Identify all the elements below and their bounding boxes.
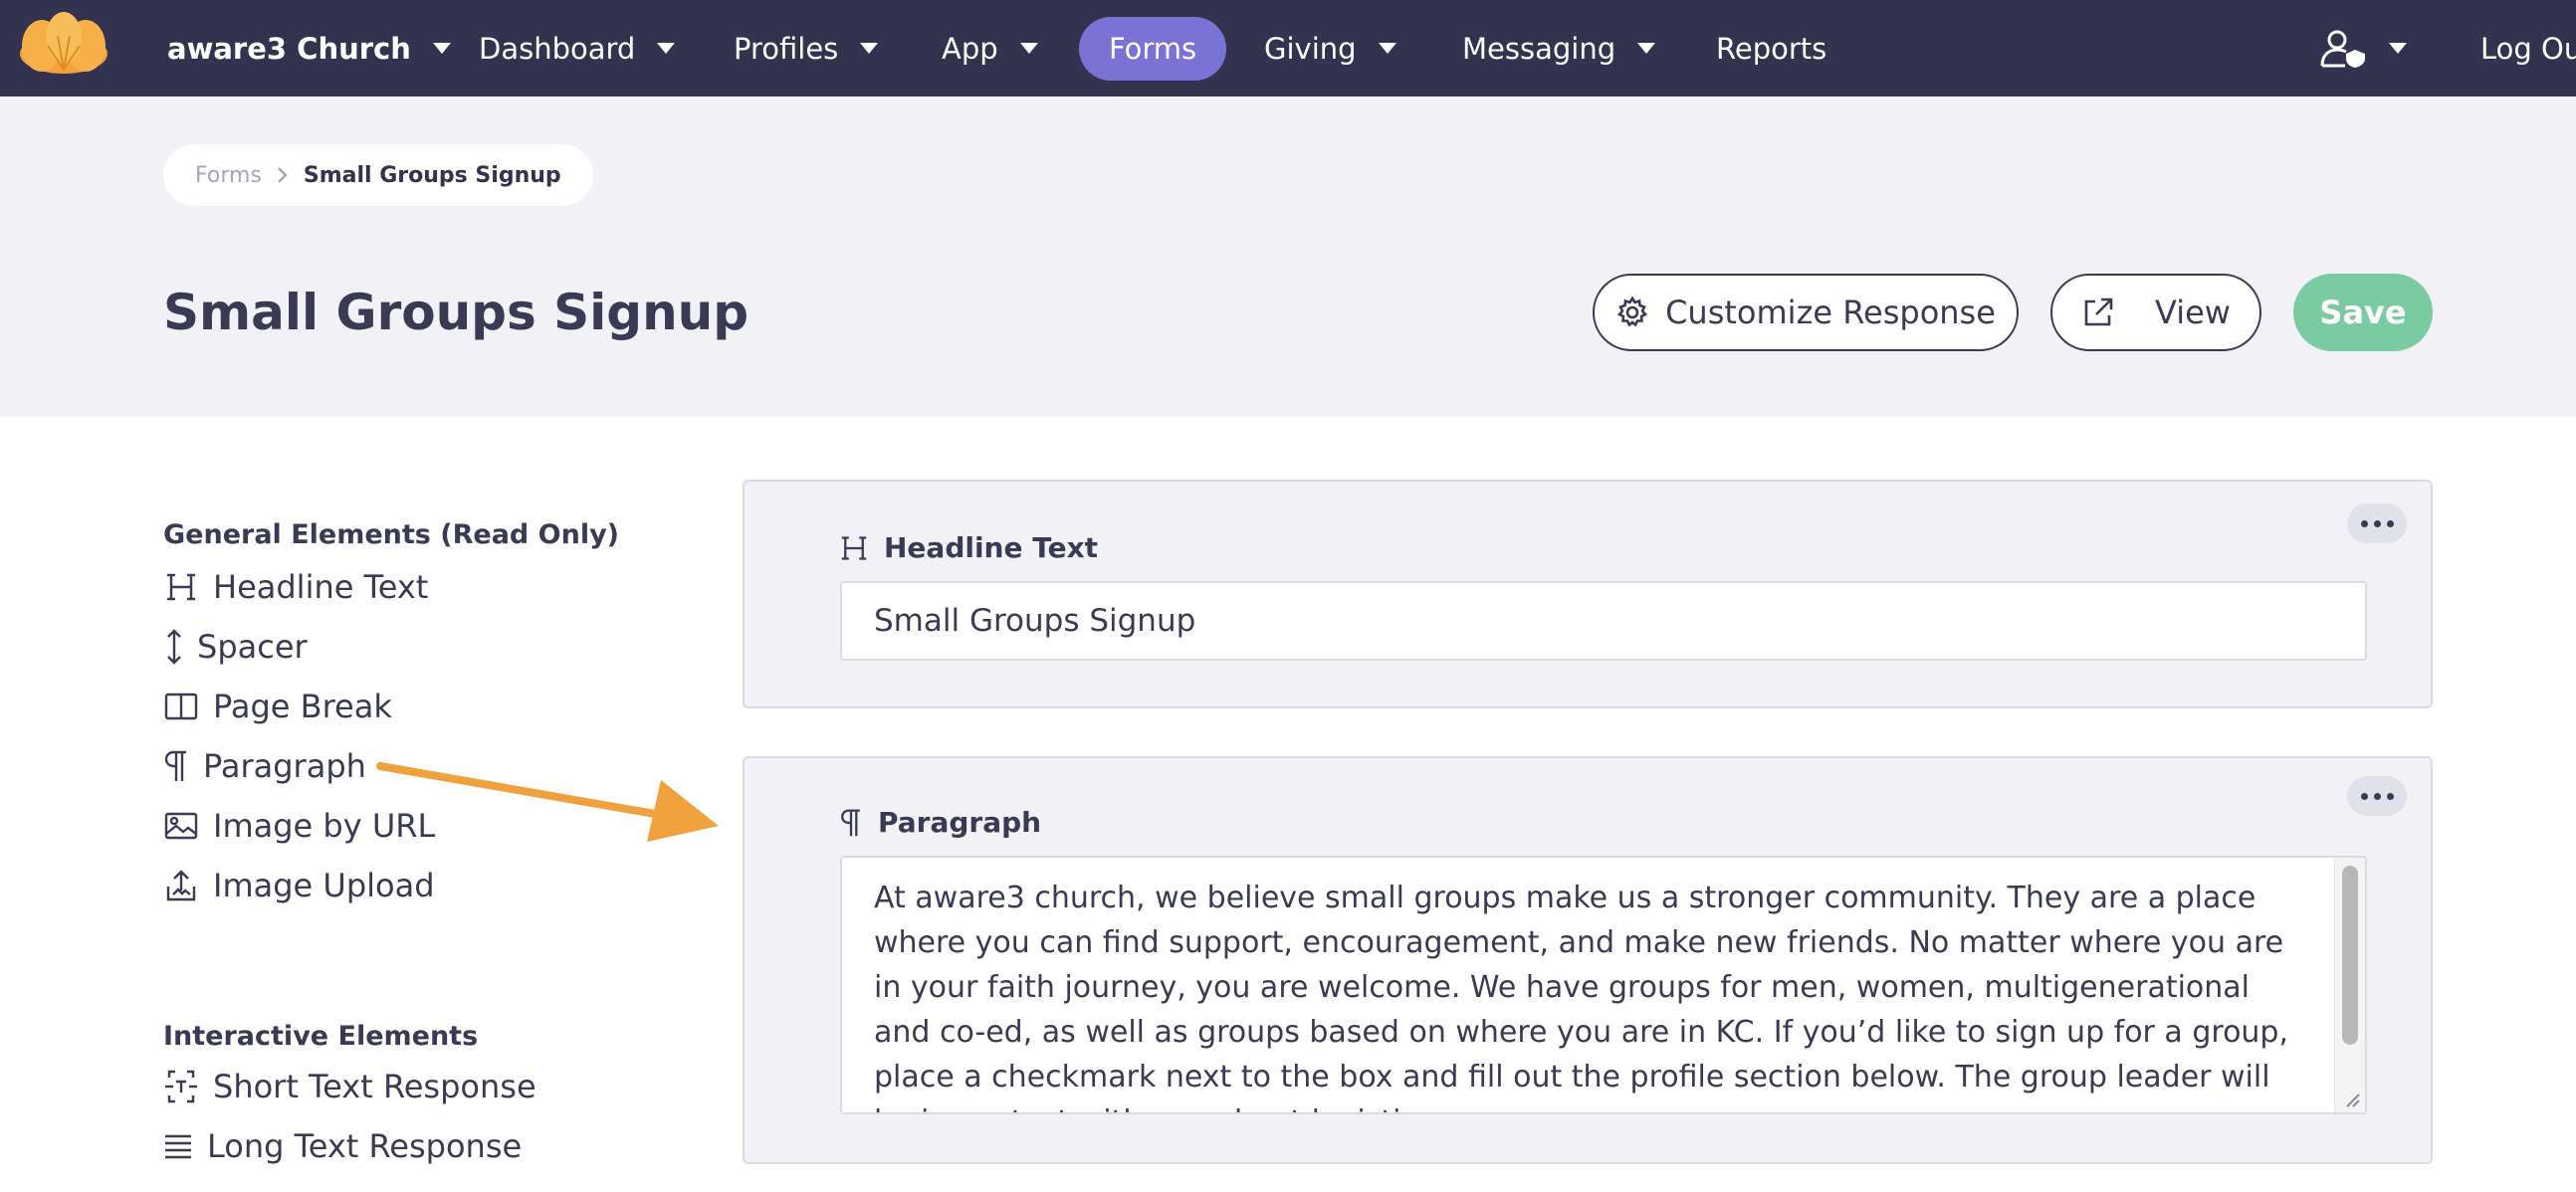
dot-icon (2360, 519, 2368, 527)
paragraph-card[interactable]: Paragraph At aware3 church, we believe s… (743, 756, 2433, 1164)
scrollbar-thumb[interactable] (2342, 866, 2358, 1045)
nav-dashboard-label: Dashboard (479, 31, 636, 66)
nav-reports[interactable]: Reports (1716, 0, 1826, 97)
image-icon (163, 808, 199, 844)
top-nav: aware3 Church Dashboard Profiles App For… (0, 0, 2576, 97)
org-switcher[interactable]: aware3 Church (167, 0, 451, 97)
element-image-upload[interactable]: Image Upload (163, 864, 435, 907)
dot-icon (2373, 792, 2381, 800)
element-label: Paragraph (203, 747, 366, 785)
gear-icon (1617, 296, 1648, 327)
element-label: Image Upload (213, 867, 435, 904)
save-label: Save (2319, 294, 2407, 331)
nav-forms[interactable]: Forms (1079, 0, 1227, 97)
external-link-icon (2084, 298, 2113, 326)
spacer-icon (163, 629, 185, 665)
dot-icon (2386, 519, 2394, 527)
chevron-down-icon (1637, 43, 1656, 54)
more-options-button[interactable] (2347, 776, 2407, 816)
view-button[interactable]: View (2050, 274, 2261, 351)
user-shield-icon (2320, 30, 2365, 68)
element-page-break[interactable]: Page Break (163, 685, 392, 728)
logout-link[interactable]: Log Ou (2480, 0, 2576, 97)
view-label: View (2155, 294, 2231, 331)
element-next-partial (163, 1180, 213, 1192)
element-spacer[interactable]: Spacer (163, 625, 308, 669)
logout-label: Log Ou (2480, 31, 2576, 66)
nav-messaging[interactable]: Messaging (1462, 0, 1656, 97)
annotation-arrow-icon (376, 762, 719, 842)
paragraph-card-title: Paragraph (878, 806, 1042, 839)
element-icon (163, 1180, 199, 1192)
upload-icon (163, 868, 199, 903)
page-break-icon (163, 689, 199, 724)
chevron-down-icon (860, 43, 879, 54)
nav-giving-label: Giving (1264, 31, 1357, 66)
chevron-down-icon (2389, 43, 2407, 54)
customize-response-label: Customize Response (1665, 294, 1996, 331)
breadcrumb-forms-link[interactable]: Forms (195, 163, 262, 188)
user-menu[interactable] (2319, 0, 2407, 97)
customize-response-button[interactable]: Customize Response (1593, 274, 2019, 351)
org-label: aware3 Church (167, 31, 411, 66)
nav-reports-label: Reports (1716, 31, 1827, 66)
scrollbar[interactable] (2334, 858, 2365, 1112)
nav-app-label: App (942, 31, 998, 66)
chevron-down-icon (1378, 43, 1396, 54)
nav-profiles-label: Profiles (734, 31, 839, 66)
paragraph-icon (163, 748, 189, 784)
element-long-text-response[interactable]: Long Text Response (163, 1124, 522, 1168)
paragraph-card-label: Paragraph (840, 806, 1041, 839)
headline-text-input[interactable] (840, 581, 2367, 661)
dot-icon (2386, 792, 2394, 800)
breadcrumb: Forms Small Groups Signup (163, 144, 593, 206)
short-text-icon (163, 1069, 199, 1104)
headline-card-title: Headline Text (884, 531, 1099, 564)
element-paragraph[interactable]: Paragraph (163, 744, 366, 788)
paragraph-textarea[interactable]: At aware3 church, we believe small group… (840, 856, 2367, 1114)
headline-text-card[interactable]: Headline Text (743, 480, 2433, 708)
element-label: Spacer (197, 628, 308, 666)
nav-profiles[interactable]: Profiles (734, 0, 879, 97)
more-options-button[interactable] (2347, 503, 2407, 543)
element-label: Short Text Response (213, 1068, 537, 1105)
element-label: Page Break (213, 688, 392, 725)
headline-icon (840, 534, 868, 562)
nav-forms-label: Forms (1109, 31, 1197, 66)
nav-dashboard[interactable]: Dashboard (479, 0, 676, 97)
nav-messaging-label: Messaging (1462, 31, 1616, 66)
resize-handle-icon[interactable] (2343, 1091, 2361, 1108)
general-elements-heading: General Elements (Read Only) (163, 519, 620, 550)
nav-giving[interactable]: Giving (1264, 0, 1396, 97)
logo-icon[interactable] (18, 10, 109, 74)
chevron-down-icon (1019, 43, 1038, 54)
element-headline-text[interactable]: Headline Text (163, 565, 428, 609)
element-label: Headline Text (213, 568, 429, 606)
page-title: Small Groups Signup (163, 284, 750, 341)
dot-icon (2360, 792, 2368, 800)
interactive-elements-heading: Interactive Elements (163, 1021, 479, 1052)
nav-forms-pill: Forms (1079, 16, 1227, 81)
breadcrumb-current: Small Groups Signup (303, 162, 561, 188)
element-label: Long Text Response (207, 1127, 523, 1165)
chevron-down-icon (432, 43, 451, 54)
element-short-text-response[interactable]: Short Text Response (163, 1065, 537, 1108)
dot-icon (2373, 519, 2381, 527)
nav-app[interactable]: App (942, 0, 1038, 97)
long-text-icon (163, 1128, 193, 1164)
headline-icon (163, 569, 199, 605)
chevron-right-icon (278, 167, 288, 183)
paragraph-text: At aware3 church, we believe small group… (874, 881, 2289, 1112)
paragraph-icon (840, 808, 862, 838)
save-button[interactable]: Save (2293, 274, 2433, 351)
chevron-down-icon (657, 43, 676, 54)
headline-card-label: Headline Text (840, 531, 1098, 564)
